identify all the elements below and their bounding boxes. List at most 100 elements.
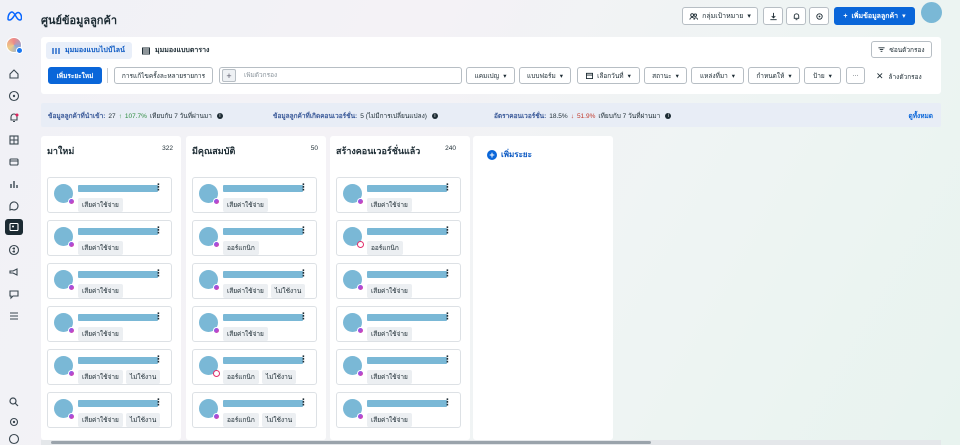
more-options-icon[interactable]: ⋮ [299,182,308,193]
plus-icon[interactable]: + [222,69,236,82]
settings-button[interactable] [809,7,829,25]
insights-icon[interactable] [7,177,21,191]
filter-status[interactable]: สถานะ ▾ [644,67,687,84]
inbox-icon[interactable] [7,199,21,213]
pipeline-column: มาใหม่ 322 ⋮ เสียค่าใช้จ่าย ⋮ เสียค่าใช้จ่าย ⋮… [41,136,181,440]
filter-date[interactable]: เลือกวันที่ ▾ [577,67,640,84]
filter-assignee[interactable]: กำหนดให้ ▾ [748,67,800,84]
ads-icon[interactable] [7,265,21,279]
more-options-icon[interactable]: ⋮ [154,397,163,408]
more-options-icon[interactable]: ⋮ [443,268,452,279]
info-icon[interactable]: i [665,113,672,119]
notifications-icon[interactable] [7,111,21,125]
more-options-icon[interactable]: ⋮ [443,354,452,365]
column-title: มาใหม่ [47,146,75,156]
filter-date-label: เลือกวันที่ [597,72,624,80]
lead-card[interactable]: ⋮ เสียค่าใช้จ่าย [336,306,461,342]
horizontal-scrollbar[interactable] [41,440,941,445]
scrollbar-thumb[interactable] [51,441,651,444]
filter-source[interactable]: แหล่งที่มา ▾ [691,67,744,84]
more-options-icon[interactable]: ⋮ [443,225,452,236]
see-all-link[interactable]: ดูทั้งหมด [909,111,933,121]
settings-icon[interactable] [7,415,21,429]
download-button[interactable] [763,7,783,25]
filter-tag[interactable]: ป้าย ▾ [804,67,841,84]
compass-icon[interactable] [7,89,21,103]
contacts-icon[interactable] [5,219,23,235]
bulk-edit-button[interactable]: การแก้ไขครั้งละหลายรายการ [114,67,213,84]
lead-card[interactable]: ⋮ เสียค่าใช้จ่าย [336,263,461,299]
filter-input[interactable] [244,72,444,79]
info-icon[interactable]: i [431,113,438,119]
lead-card[interactable]: ⋮ เสียค่าใช้จ่าย [336,392,461,428]
lead-tags: ออร์แกนิก ไม่ใช้งาน [223,370,297,384]
stat-suffix: เทียบกับ 7 วันที่ผ่านมา [598,113,661,120]
more-options-icon[interactable]: ⋮ [299,354,308,365]
page-avatar[interactable] [6,37,23,54]
more-options-icon[interactable]: ⋮ [154,182,163,193]
lead-card[interactable]: ⋮ เสียค่าใช้จ่าย [336,177,461,213]
instagram-icon [213,370,220,377]
more-options-icon[interactable]: ⋮ [299,268,308,279]
hide-filter-button[interactable]: ซ่อนตัวกรอง [871,41,932,58]
stat-value: 27 [108,112,116,120]
content-icon[interactable] [7,155,21,169]
add-customer-button[interactable]: + เพิ่มข้อมูลลูกค้า ▾ [834,7,915,25]
filter-panel: มุมมองแบบไปป์ไลน์ มุมมองแบบตาราง ซ่อนตัว… [41,37,941,94]
add-stage-link[interactable]: + เพิ่มระยะ [487,148,532,161]
more-filters-button[interactable]: ··· [846,67,865,84]
lead-tag: เสียค่าใช้จ่าย [78,413,123,427]
lead-card[interactable]: ⋮ เสียค่าใช้จ่าย [336,349,461,385]
lead-card[interactable]: ⋮ เสียค่าใช้จ่าย [47,263,172,299]
lead-card[interactable]: ⋮ เสียค่าใช้จ่าย [47,177,172,213]
lead-card[interactable]: ⋮ ออร์แกนิก ไม่ใช้งาน [192,349,317,385]
lead-card[interactable]: ⋮ ออร์แกนิก [192,220,317,256]
pipeline-column: สร้างคอนเวอร์ชั่นแล้ว 240 ⋮ เสียค่าใช้จ่าย ⋮… [330,136,470,440]
home-icon[interactable] [7,67,21,81]
lead-card[interactable]: ⋮ เสียค่าใช้จ่าย ไม่ใช้งาน [47,392,172,428]
facebook-badge-icon [16,47,23,54]
filter-search: + [219,67,462,84]
meta-logo-icon[interactable] [6,11,22,21]
info-icon[interactable]: i [216,113,223,119]
more-options-icon[interactable]: ⋮ [443,397,452,408]
tab-table-view[interactable]: มุมมองแบบตาราง [136,42,216,59]
comments-icon[interactable] [7,287,21,301]
user-avatar[interactable] [921,2,942,23]
page-title: ศูนย์ข้อมูลลูกค้า [41,15,118,27]
more-options-icon[interactable]: ⋮ [299,225,308,236]
more-options-icon[interactable]: ⋮ [154,311,163,322]
lead-card[interactable]: ⋮ เสียค่าใช้จ่าย ไม่ใช้งาน [47,349,172,385]
more-options-icon[interactable]: ⋮ [299,397,308,408]
lead-card[interactable]: ⋮ เสียค่าใช้จ่าย [192,306,317,342]
more-options-icon[interactable]: ⋮ [443,311,452,322]
lead-card[interactable]: ⋮ เสียค่าใช้จ่าย ไม่ใช้งาน [192,263,317,299]
filter-form[interactable]: แบบฟอร์ม ▾ [519,67,571,84]
lead-card[interactable]: ⋮ ออร์แกนิก [336,220,461,256]
lead-card[interactable]: ⋮ เสียค่าใช้จ่าย [47,306,172,342]
filter-campaign[interactable]: แคมเปญ ▾ [466,67,515,84]
grid-icon[interactable] [7,133,21,147]
more-options-icon[interactable]: ⋮ [154,225,163,236]
lead-card[interactable]: ⋮ เสียค่าใช้จ่าย [192,177,317,213]
monetization-icon[interactable] [7,243,21,257]
chevron-down-icon: ▾ [747,13,751,20]
lead-tag: เสียค่าใช้จ่าย [78,241,123,255]
more-options-icon[interactable]: ⋮ [443,182,452,193]
tab-pipeline-view[interactable]: มุมมองแบบไปป์ไลน์ [46,42,132,59]
lead-card[interactable]: ⋮ เสียค่าใช้จ่าย [47,220,172,256]
more-options-icon[interactable]: ⋮ [154,268,163,279]
help-icon[interactable] [7,432,21,445]
menu-icon[interactable] [7,309,21,323]
lead-tag: เสียค่าใช้จ่าย [367,198,412,212]
more-options-icon[interactable]: ⋮ [299,311,308,322]
search-icon[interactable] [7,395,21,409]
more-options-icon[interactable]: ⋮ [154,354,163,365]
clear-filters-button[interactable]: ✕ ล้างตัวกรอง [876,71,922,82]
audience-button[interactable]: กลุ่มเป้าหมาย ▾ [682,7,758,25]
lead-card[interactable]: ⋮ ออร์แกนิก ไม่ใช้งาน [192,392,317,428]
notification-button[interactable] [786,7,806,25]
arrow-up-icon: ↑ [118,112,122,120]
add-stage-button[interactable]: เพิ่มระยะใหม่ [48,67,102,84]
lead-tags: เสียค่าใช้จ่าย [367,327,412,341]
